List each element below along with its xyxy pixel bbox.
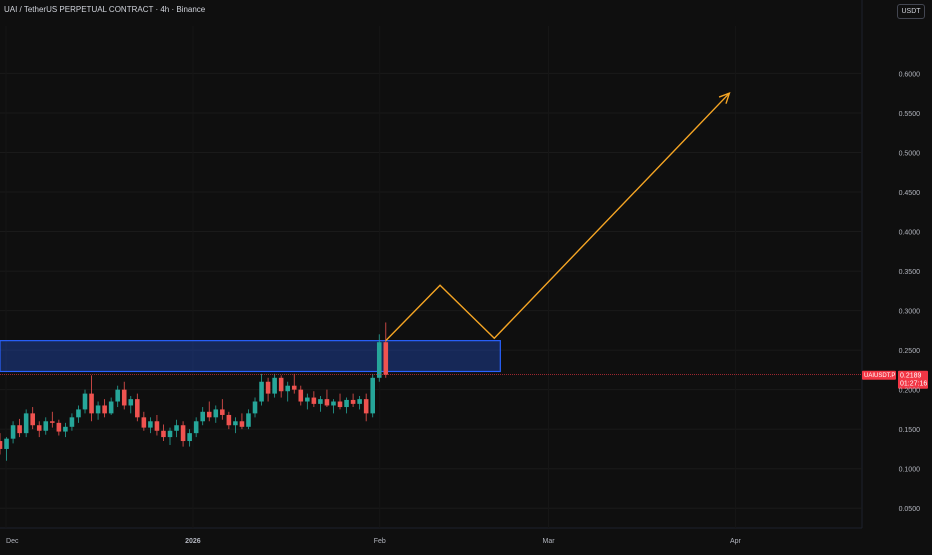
candle-body [30,413,35,426]
candle-body [128,399,134,406]
price-tick-label: 0.1000 [899,467,921,474]
candle-body [298,389,304,402]
candle-body [180,425,186,442]
candle-body [148,421,153,428]
candle-body [56,422,62,432]
candle-body [174,425,179,431]
candle-body [23,413,29,434]
candle-body [121,389,127,406]
candle-body [50,421,55,423]
price-tick-label: 0.2000 [899,388,921,395]
candle-body [135,399,140,418]
chart-canvas[interactable]: UAIUSDT.P 0.218901:27:16 0.60000.55000.50… [0,0,932,550]
candle-body [246,413,251,427]
candle-body [383,342,389,375]
candle-body [363,399,369,414]
projection-path [385,92,730,342]
candle-body [370,377,376,414]
last-price-line-layer: UAIUSDT.P 0.218901:27:16 [0,370,928,389]
candle-body [265,381,271,394]
currency-button[interactable]: USDT [897,4,925,19]
candle-body [220,409,225,415]
candle-body [259,381,264,402]
candle-body [291,385,297,390]
price-tick-label: 0.6000 [899,71,921,78]
time-tick-label: 2026 [185,538,201,545]
candle-body [324,399,330,406]
candle-body [278,377,284,392]
candle-body [357,399,362,404]
time-tick-label: Feb [374,538,386,545]
candle-body [69,417,75,427]
candle-body [82,393,88,410]
candle-body [10,425,16,439]
candle-body [36,425,42,431]
candle-body [200,411,205,422]
candle-body [376,342,382,378]
candle-body [226,414,232,426]
time-tick-label: Mar [543,538,556,545]
candle-body [187,433,192,442]
candle-body [331,401,336,406]
chart-title: UAI / TetherUS PERPETUAL CONTRACT · 4h ·… [4,5,206,14]
candle-body [95,405,101,414]
price-tick-label: 0.0500 [899,506,921,513]
candle-body [17,425,22,434]
time-tick-label: Apr [730,538,742,545]
candle-body [43,421,49,431]
price-tick-label: 0.1500 [899,427,921,434]
candle-body [108,401,114,414]
price-tick-label: 0.5500 [899,111,921,118]
candle-body [350,399,356,404]
candle-body [89,393,94,414]
candle-body [76,409,81,418]
candle-body [206,411,212,418]
candle-body [344,399,349,408]
price-tick-label: 0.4500 [899,190,921,197]
candle-body [233,421,238,426]
time-tick-label: Dec [6,538,19,545]
candle-body [311,397,317,404]
candle-body [0,441,3,449]
candle-body [239,421,245,427]
price-tick-label: 0.4000 [899,230,921,237]
candle-body [285,385,290,392]
candle-body [141,417,147,428]
candle-body [272,377,277,394]
candle-body [305,397,310,402]
candle-body [63,426,68,432]
candle-body [102,405,107,414]
price-tick-label: 0.5000 [899,150,921,157]
candle-body [318,399,323,404]
price-tick-label: 0.3000 [899,309,921,316]
resistance-zone-layer [0,340,501,373]
candle-body [115,389,120,402]
candle-body [4,438,9,449]
grid [0,0,863,529]
candle-body [213,409,219,418]
candle-body [337,401,343,408]
candle-body [193,421,199,434]
candle-body [167,430,173,438]
chart-area[interactable]: UAIUSDT.P 0.2189 01:27:16 0.6000 0.5500 0.50… [0,0,932,550]
projection-arrow-layer [385,92,731,342]
last-price-value: 0.2189 [900,373,922,380]
candle-body [154,421,160,431]
price-tick-label: 0.2500 [899,348,921,355]
resistance-zone-box [0,340,501,373]
candle-body [252,401,258,414]
symbol-label: UAIUSDT.P [864,373,895,379]
candle-body [161,430,166,438]
price-tick-label: 0.3500 [899,269,921,276]
